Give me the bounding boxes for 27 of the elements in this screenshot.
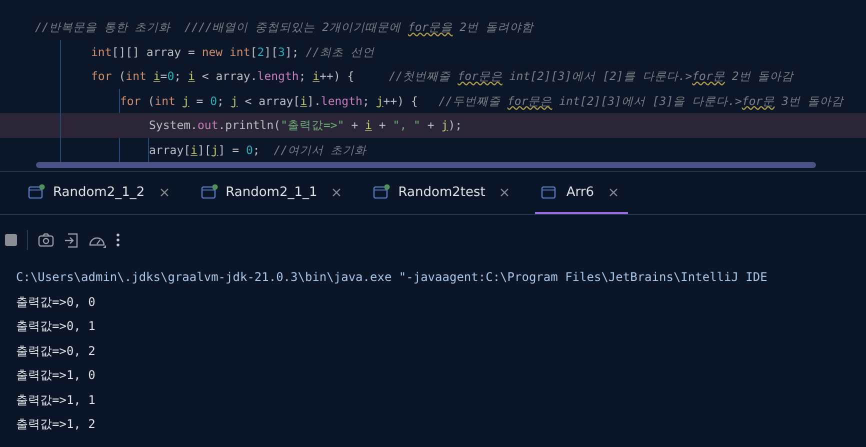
console-output-line: 출력값=>0, 1 bbox=[16, 318, 96, 335]
window-icon bbox=[28, 184, 46, 200]
console-command-line: C:\Users\admin\.jdks\graalvm-jdk-21.0.3\bin\java.exe "-javaagent:C:\Program Files\JetBrains\IntelliJ IDE bbox=[16, 269, 768, 286]
close-icon[interactable] bbox=[160, 188, 169, 196]
code-line: for (int j = 0; j < array[i].length; j++) { //두번째줄 for문은 int[2][3]에서 [3]을 다룬다.>for문 3번 돌아감 bbox=[120, 92, 845, 110]
close-icon[interactable] bbox=[332, 188, 342, 196]
run-tab[interactable]: Arr6 bbox=[535, 172, 628, 214]
console-output-line: 출력값=>0, 2 bbox=[16, 342, 96, 360]
console-output-line: 출력값=>1, 0 bbox=[16, 367, 96, 384]
window-icon bbox=[373, 184, 392, 200]
run-tab[interactable]: Random2_1_1 bbox=[194, 172, 352, 214]
code-line: array[i][j] = 0; //여기서 초기화 bbox=[149, 142, 368, 158]
window-icon bbox=[200, 184, 219, 200]
close-icon[interactable] bbox=[608, 188, 618, 196]
run-tab[interactable]: Random2_1_2 bbox=[22, 172, 179, 214]
code-line: //반복문을 통한 초기화 ////배열이 중첩되있는 2개이기때문에 for문을 2번 돌려야함 bbox=[35, 19, 535, 36]
more-icon[interactable] bbox=[116, 233, 120, 247]
import-icon[interactable] bbox=[64, 232, 78, 248]
close-icon[interactable] bbox=[500, 188, 510, 196]
console-output-line: 출력값=>1, 2 bbox=[16, 416, 96, 433]
console-output-line: 출력값=>1, 1 bbox=[16, 392, 96, 408]
camera-icon[interactable] bbox=[38, 233, 54, 247]
console-output-line: 출력값=>0, 0 bbox=[16, 294, 96, 310]
horizontal-scrollbar[interactable] bbox=[36, 162, 816, 168]
run-tab[interactable]: Random2test bbox=[367, 172, 520, 214]
code-line: for (int i=0; i < array.length; i++) { //첫번째줄 for문은 int[2][3]에서 [2]를 다룬다.>for문 2번 돌아감 bbox=[91, 68, 795, 85]
code-line: int[][] array = new int[2][3]; //최초 선언 bbox=[91, 44, 376, 60]
